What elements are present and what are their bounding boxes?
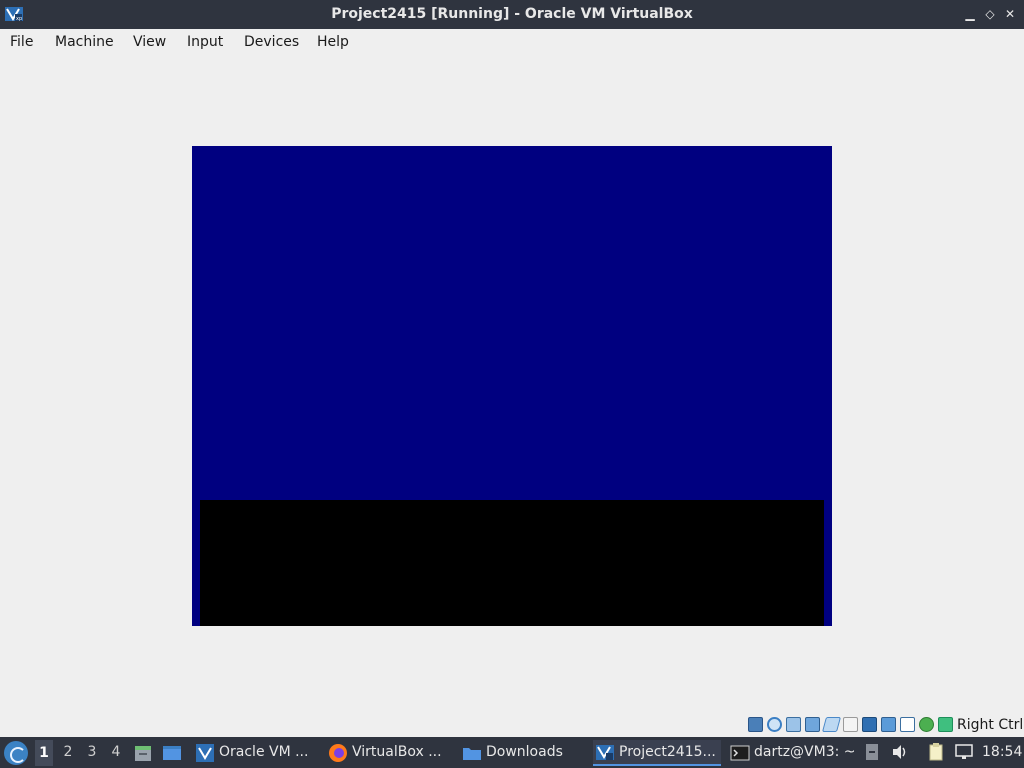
volume-icon[interactable] <box>890 742 910 762</box>
network-icon[interactable] <box>805 717 820 732</box>
task-label: dartz@VM3: ~ <box>754 744 856 760</box>
host-key-label: Right Ctrl <box>957 717 1024 733</box>
usb-icon[interactable] <box>821 717 842 732</box>
workspace-3[interactable]: 3 <box>83 744 101 760</box>
clock[interactable]: 18:54 <box>982 744 1022 760</box>
virtualbox-vm-icon <box>596 745 614 760</box>
start-menu-icon[interactable] <box>4 741 28 765</box>
menu-devices[interactable]: Devices <box>244 34 299 50</box>
menu-file[interactable]: File <box>10 34 33 50</box>
terminal-icon <box>730 745 750 761</box>
window-titlebar[interactable]: xp Project2415 [Running] - Oracle VM Vir… <box>0 0 1024 29</box>
task-oracle-vm[interactable]: Oracle VM ... <box>193 740 318 766</box>
taskbar: 1 2 3 4 Oracle VM ... VirtualBox ... Dow… <box>0 737 1024 768</box>
vm-console-area[interactable] <box>200 500 824 626</box>
firefox-icon <box>329 744 347 762</box>
restore-button[interactable]: ◇ <box>982 6 998 22</box>
menu-input[interactable]: Input <box>187 34 223 50</box>
workspace-2[interactable]: 2 <box>59 744 77 760</box>
minimize-button[interactable]: ▁ <box>962 6 978 22</box>
keyboard-capture-icon[interactable] <box>938 717 953 732</box>
display-icon[interactable] <box>862 717 877 732</box>
task-firefox[interactable]: VirtualBox ... <box>326 740 451 766</box>
mouse-integration-icon[interactable] <box>919 717 934 732</box>
file-manager-launcher-icon[interactable] <box>133 743 153 763</box>
audio-icon[interactable] <box>786 717 801 732</box>
folder-icon <box>463 748 481 760</box>
task-label: Project2415... <box>619 744 716 760</box>
clipboard-icon[interactable] <box>926 742 946 762</box>
menu-view[interactable]: View <box>133 34 166 50</box>
close-button[interactable]: ✕ <box>1002 6 1018 22</box>
storage-tray-icon[interactable] <box>862 742 882 762</box>
vm-display[interactable] <box>192 146 832 626</box>
show-desktop-icon[interactable] <box>162 743 182 763</box>
task-downloads[interactable]: Downloads <box>460 740 585 766</box>
window-title: Project2415 [Running] - Oracle VM Virtua… <box>331 6 693 22</box>
optical-drive-icon[interactable] <box>767 717 782 732</box>
recording-icon[interactable] <box>881 717 896 732</box>
shared-folders-icon[interactable] <box>843 717 858 732</box>
workspace-1[interactable]: 1 <box>35 740 53 766</box>
menu-machine[interactable]: Machine <box>55 34 114 50</box>
network-tray-icon[interactable] <box>954 742 974 762</box>
workspace-4[interactable]: 4 <box>107 744 125 760</box>
task-label: VirtualBox ... <box>352 744 442 760</box>
task-label: Oracle VM ... <box>219 744 309 760</box>
menu-bar: File Machine View Input Devices Help <box>0 29 1024 57</box>
hard-disk-icon[interactable] <box>748 717 763 732</box>
task-project2415[interactable]: Project2415... <box>593 740 721 766</box>
menu-help[interactable]: Help <box>317 34 349 50</box>
task-terminal[interactable]: dartz@VM3: ~ <box>728 740 856 766</box>
virtualbox-icon <box>196 744 214 762</box>
virtualization-icon[interactable] <box>900 717 915 732</box>
vm-status-bar: Right Ctrl <box>746 716 1024 734</box>
task-label: Downloads <box>486 744 563 760</box>
